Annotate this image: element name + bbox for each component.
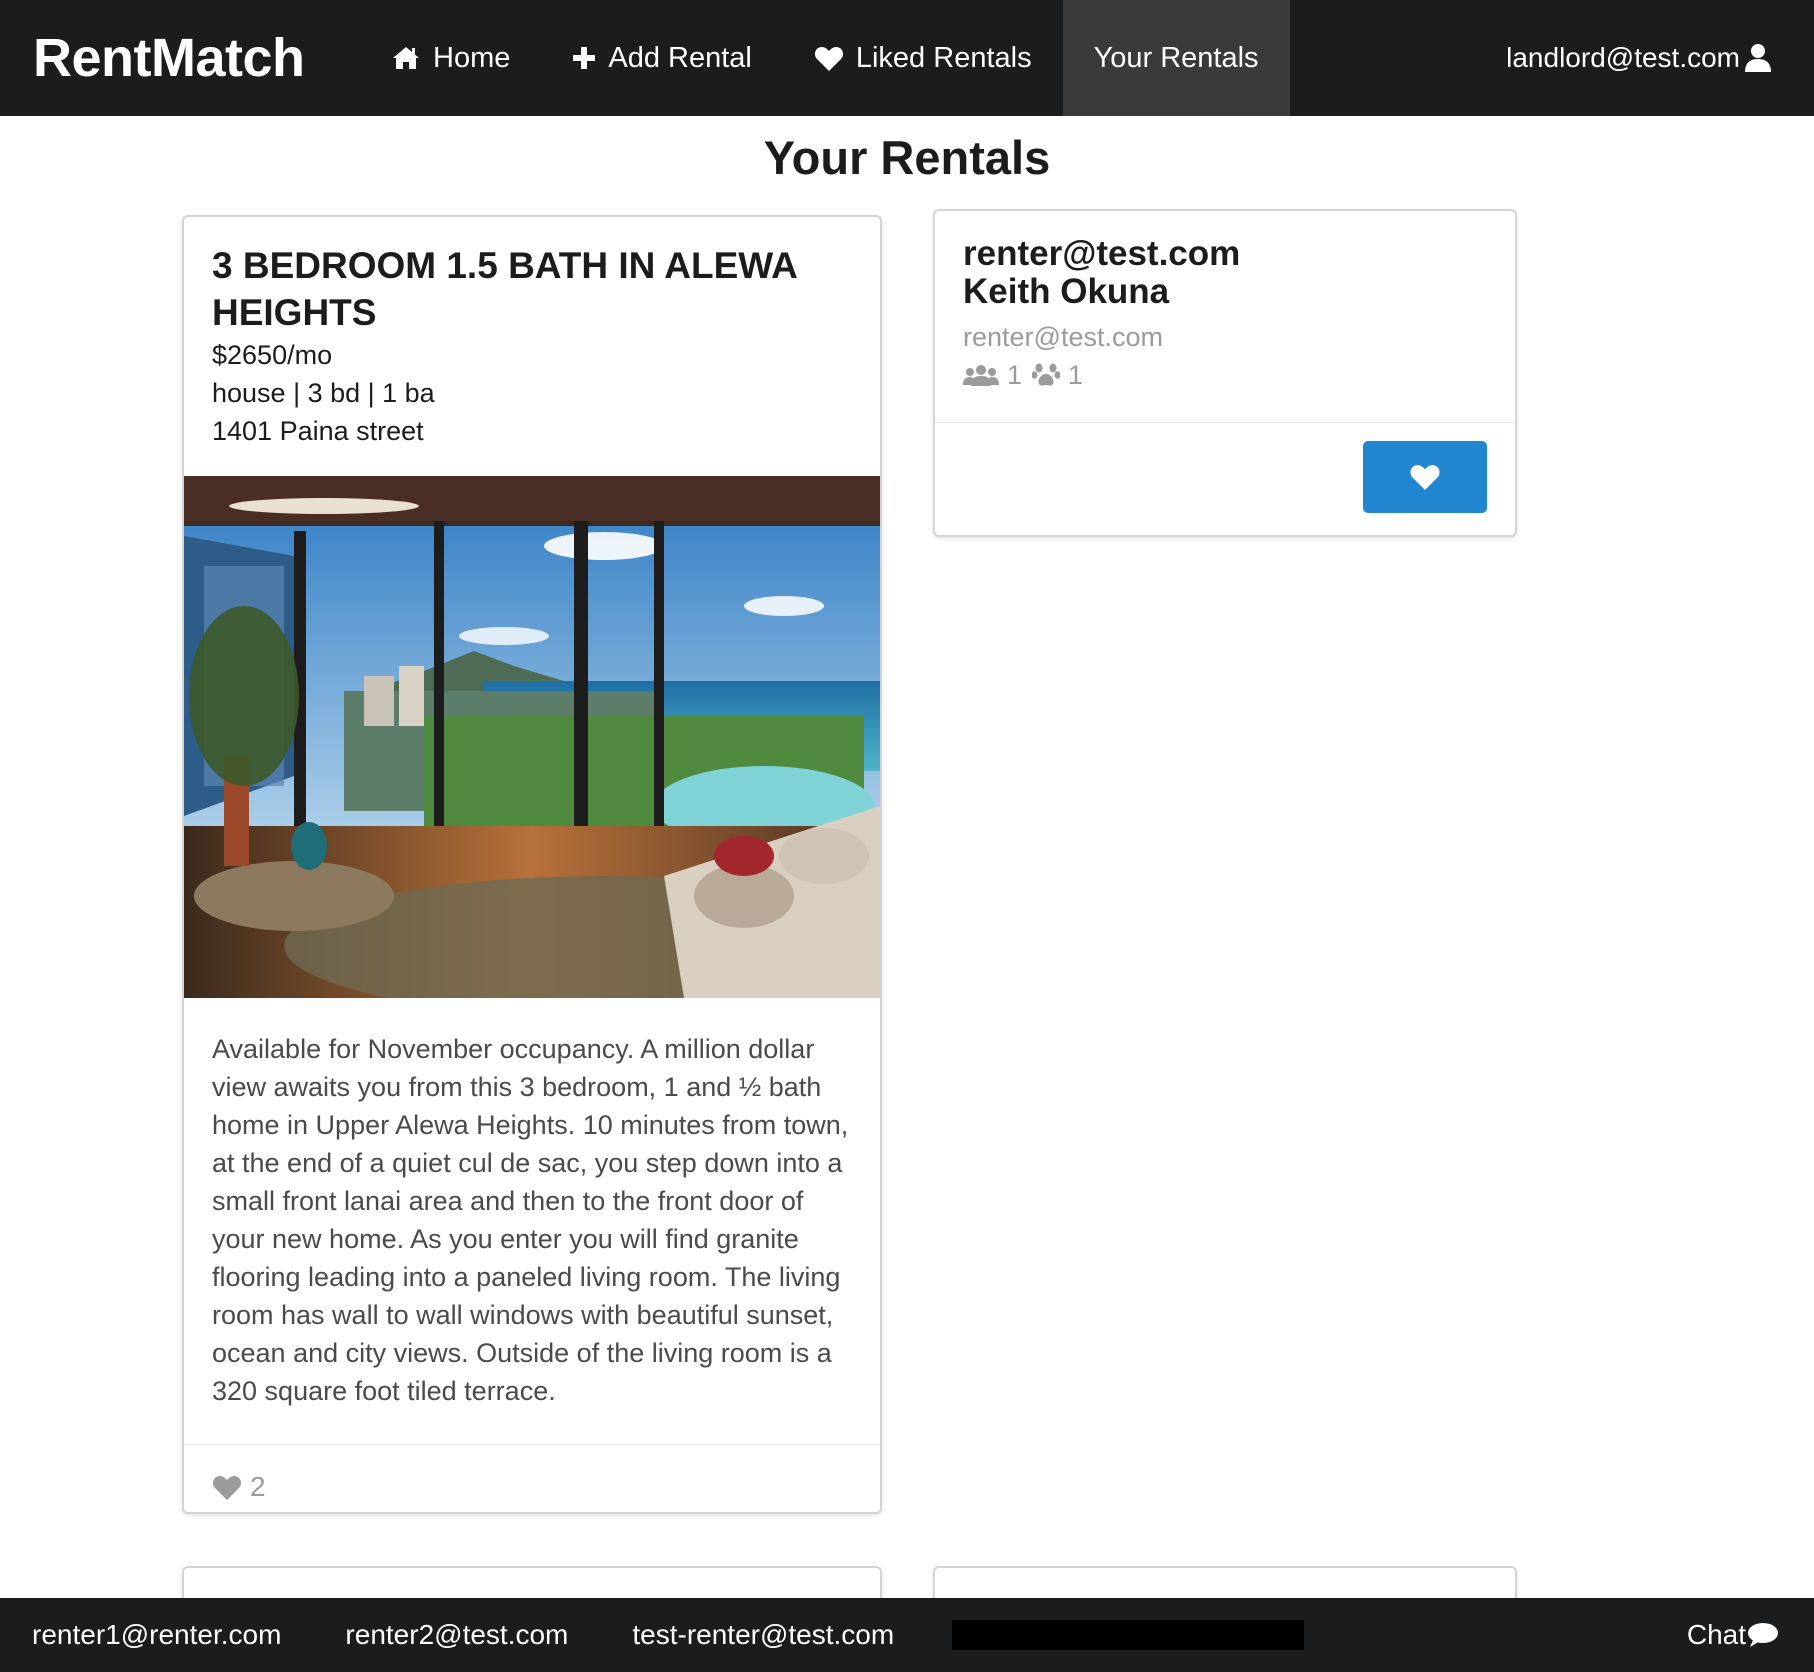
nav-liked-rentals-label: Liked Rentals [855,41,1032,74]
people-count: 1 [1007,360,1023,390]
renter-card: renter@test.com Keith Okuna renter@test.… [933,209,1517,537]
renter-email-header: renter@test.com [963,234,1241,273]
likes-count: 2 [250,1471,266,1502]
like-renter-button[interactable] [1363,441,1487,513]
user-icon [1745,44,1771,72]
rental-address: 1401 Paina street [212,416,424,446]
renter-name: Keith Okuna [963,272,1170,311]
nav-your-rentals[interactable]: Your Rentals [1062,0,1290,116]
top-navbar: RentMatch Home Add Rental Liked Rentals … [0,0,1814,116]
user-email: landlord@test.com [1506,42,1740,73]
plus-icon [573,47,596,69]
rental-description: Available for November occupancy. A mill… [212,1034,849,1406]
home-icon [393,47,419,69]
renter-counts: 1 1 [963,355,1487,395]
paw-icon [1032,363,1061,386]
nav-add-rental-label: Add Rental [608,41,752,74]
heart-icon [1410,465,1440,490]
brand-logo[interactable]: RentMatch [0,27,360,89]
chat-user-3[interactable]: test-renter@test.com [600,1619,926,1651]
redacted-chat-user [952,1620,1305,1650]
rental-likes: 2 [184,1444,880,1512]
nav-add-rental[interactable]: Add Rental [541,0,783,116]
nav-home-label: Home [433,41,511,74]
chat-label: Chat [1686,1619,1746,1650]
rental-title: 3 BEDROOM 1.5 BATH IN ALEWA HEIGHTS [212,245,797,333]
user-menu[interactable]: landlord@test.com [1506,42,1814,74]
renter-email: renter@test.com [963,322,1163,352]
chat-bubble-icon [1748,1623,1778,1647]
heart-icon [212,1475,242,1500]
rental-card: 3 BEDROOM 1.5 BATH IN ALEWA HEIGHTS $265… [182,215,882,1514]
page-title: Your Rentals [763,131,1051,184]
chat-user-1[interactable]: renter1@renter.com [0,1619,313,1651]
rental-price: $2650/mo [212,340,333,370]
rental-card-content: 3 BEDROOM 1.5 BATH IN ALEWA HEIGHTS $265… [184,217,880,476]
nav-home[interactable]: Home [360,0,541,116]
renter-card-content: renter@test.com Keith Okuna renter@test.… [935,211,1515,423]
users-icon [963,365,999,386]
nav-liked-rentals[interactable]: Liked Rentals [783,0,1063,116]
pet-count: 1 [1068,360,1084,390]
chat-toggle[interactable]: Chat [1687,1619,1814,1651]
nav-your-rentals-label: Your Rentals [1093,41,1259,74]
heart-icon [814,46,843,71]
chat-bar: renter1@renter.com renter2@test.com test… [0,1598,1814,1672]
rental-photo [184,476,880,998]
rental-details: house | 3 bd | 1 ba [212,378,435,408]
chat-user-2[interactable]: renter2@test.com [313,1619,600,1651]
